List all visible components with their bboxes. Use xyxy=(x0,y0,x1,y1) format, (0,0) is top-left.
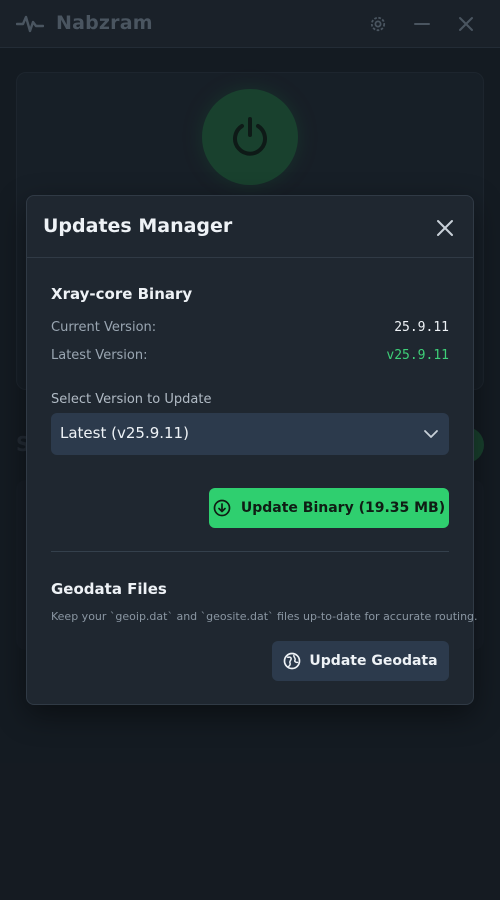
gear-icon xyxy=(370,16,386,32)
dialog-header: Updates Manager xyxy=(27,196,473,258)
chevron-down-icon xyxy=(424,430,438,438)
updates-manager-dialog: Updates Manager Xray-core Binary Current… xyxy=(26,195,478,705)
close-icon xyxy=(437,220,453,236)
title-bar: Nabzram xyxy=(0,0,500,48)
geodata-description: Keep your `geoip.dat` and `geosite.dat` … xyxy=(51,610,478,623)
update-binary-label: Update Binary (19.35 MB) xyxy=(240,500,446,516)
close-icon xyxy=(459,17,473,31)
section-divider xyxy=(51,551,449,552)
app-title: Nabzram xyxy=(56,12,153,34)
settings-button[interactable] xyxy=(367,13,389,35)
geodata-section-title: Geodata Files xyxy=(51,580,167,598)
version-select-value: Latest (v25.9.11) xyxy=(60,424,189,442)
dialog-title: Updates Manager xyxy=(43,215,233,237)
latest-version-label: Latest Version: xyxy=(51,348,148,363)
close-window-button[interactable] xyxy=(455,13,477,35)
minus-icon xyxy=(414,23,430,25)
binary-section-title: Xray-core Binary xyxy=(51,285,193,303)
pulse-icon xyxy=(16,15,44,33)
current-version-label: Current Version: xyxy=(51,320,157,335)
version-select-label: Select Version to Update xyxy=(51,392,212,407)
download-circle-icon xyxy=(213,499,231,517)
dialog-close-button[interactable] xyxy=(433,216,457,240)
update-geodata-label: Update Geodata xyxy=(309,653,438,669)
current-version-value: 25.9.11 xyxy=(394,320,449,335)
globe-icon xyxy=(284,652,301,670)
latest-version-value: v25.9.11 xyxy=(386,348,449,363)
version-select[interactable]: Latest (v25.9.11) xyxy=(51,413,449,455)
update-binary-button[interactable]: Update Binary (19.35 MB) xyxy=(209,488,449,528)
update-geodata-button[interactable]: Update Geodata xyxy=(272,641,449,681)
minimize-button[interactable] xyxy=(411,13,433,35)
